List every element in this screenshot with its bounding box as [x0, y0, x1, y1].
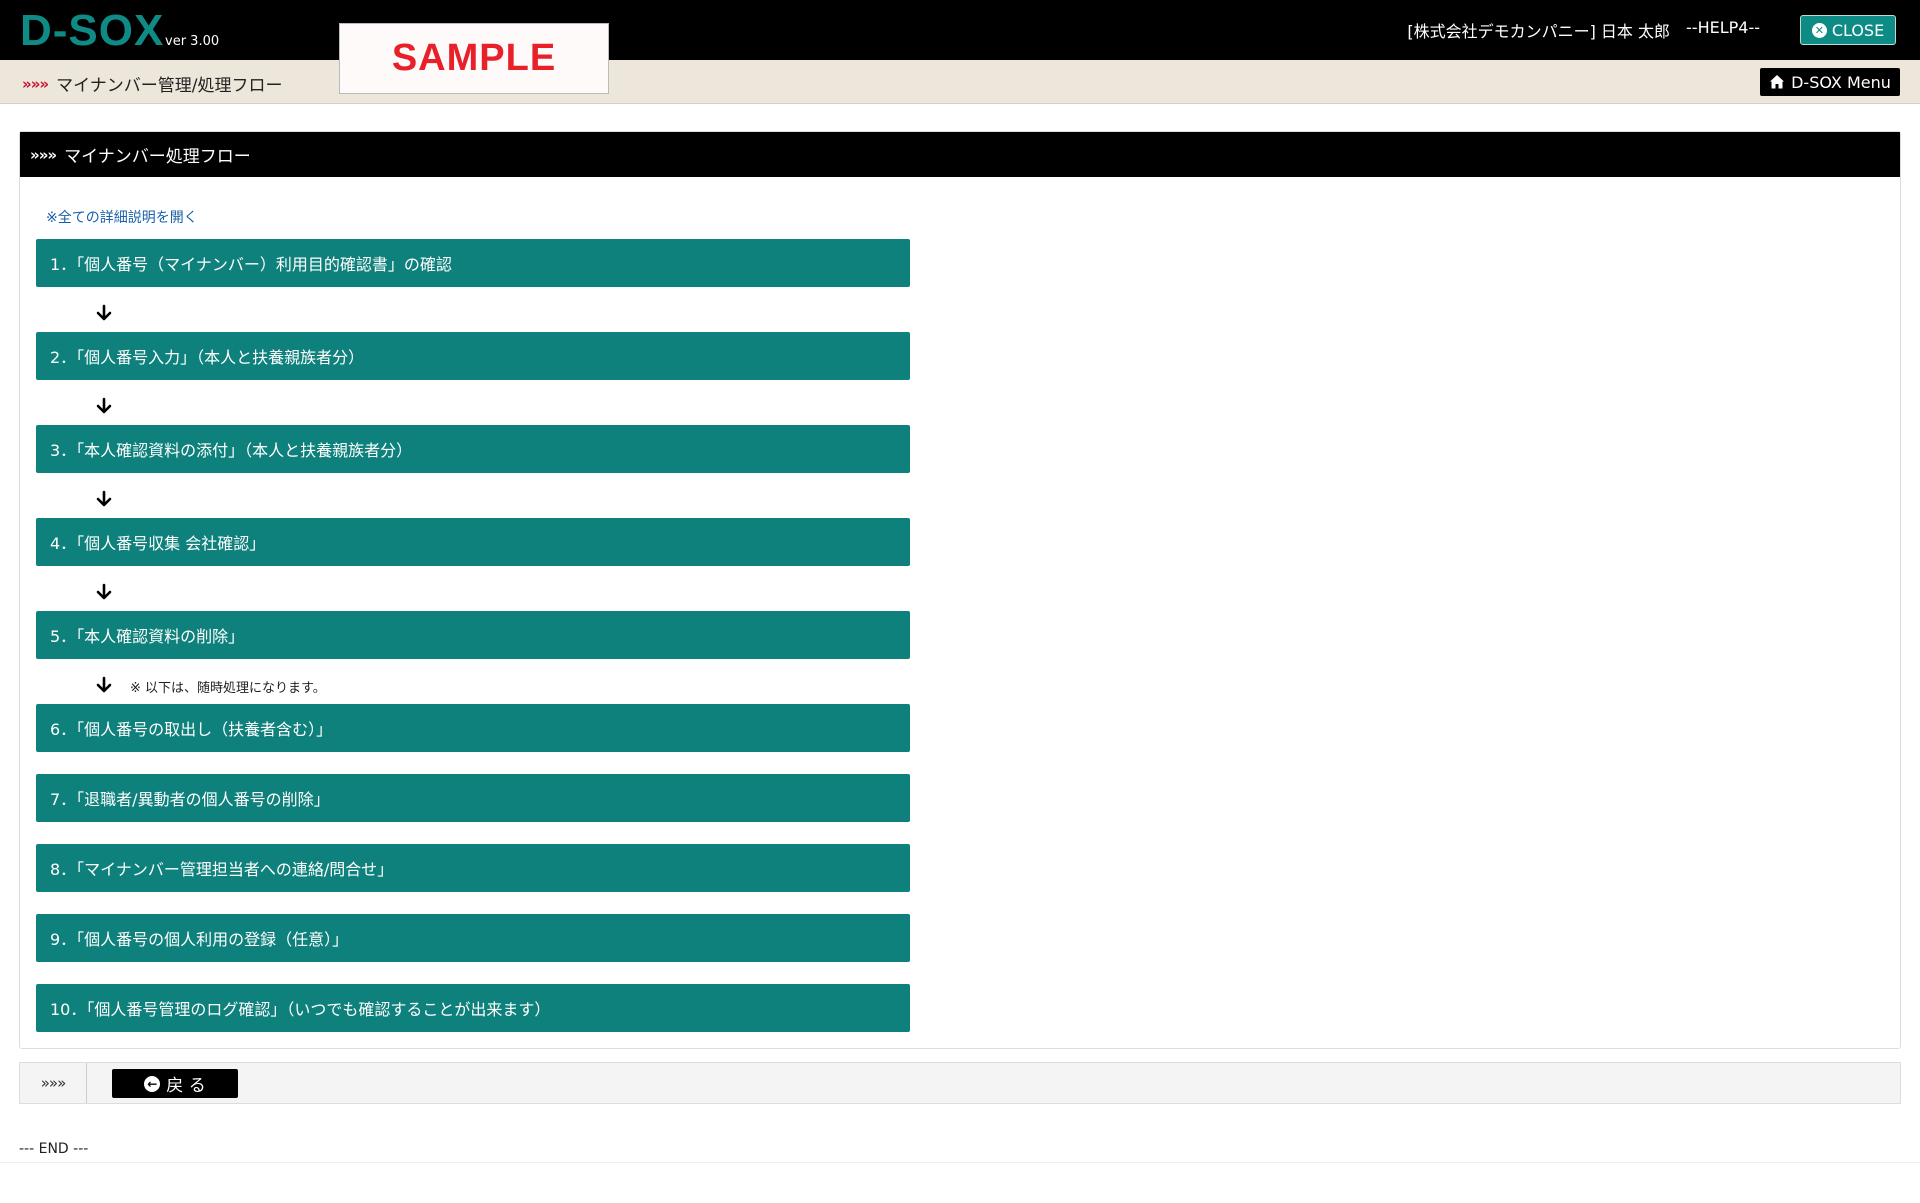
divider	[0, 1162, 1920, 1163]
close-label: CLOSE	[1831, 20, 1885, 40]
breadcrumb-bar: »»» マイナンバー管理/処理フロー D-SOX Menu	[0, 60, 1920, 104]
expand-all-link[interactable]: ※全ての詳細説明を開く	[46, 207, 198, 227]
flow-panel: »»» マイナンバー処理フロー ※全ての詳細説明を開く 1．「個人番号（マイナン…	[19, 131, 1901, 1049]
flow-step-6[interactable]: 6．「個人番号の取出し（扶養者含む）」	[36, 704, 910, 752]
sample-watermark: SAMPLE	[339, 23, 609, 94]
user-info: [株式会社デモカンパニー] 日本 太郎	[1407, 22, 1670, 41]
home-icon	[1770, 75, 1785, 89]
breadcrumb-text: マイナンバー管理/処理フロー	[56, 76, 283, 96]
footer-bar: »»» ← 戻 る	[19, 1062, 1901, 1104]
dsox-menu-button[interactable]: D-SOX Menu	[1760, 68, 1900, 96]
chevron-icon: »»»	[22, 74, 49, 93]
flow-step-1[interactable]: 1．「個人番号（マイナンバー）利用目的確認書」の確認	[36, 239, 910, 287]
flow-step-7[interactable]: 7．「退職者/異動者の個人番号の削除」	[36, 774, 910, 822]
menu-label: D-SOX Menu	[1791, 72, 1891, 92]
arrow-down-icon	[96, 304, 112, 321]
app-logo: D-SOX	[20, 6, 165, 55]
back-label: 戻 る	[166, 1076, 206, 1096]
ad-hoc-note: ※ 以下は、随時処理になります。	[130, 681, 326, 696]
chevron-icon: »»»	[20, 1063, 87, 1103]
flow-step-9[interactable]: 9．「個人番号の個人利用の登録（任意）」	[36, 914, 910, 962]
flow-step-10[interactable]: 10．「個人番号管理のログ確認」（いつでも確認することが出来ます）	[36, 984, 910, 1032]
arrow-down-icon	[96, 676, 112, 693]
breadcrumb: »»» マイナンバー管理/処理フロー	[22, 71, 283, 97]
close-icon: ✕	[1811, 22, 1827, 38]
close-button[interactable]: ✕ CLOSE	[1800, 15, 1896, 45]
app-version: ver 3.00	[165, 34, 220, 49]
arrow-down-icon	[96, 397, 112, 414]
arrow-left-circle-icon: ←	[144, 1075, 161, 1092]
flow-step-5[interactable]: 5．「本人確認資料の削除」	[36, 611, 910, 659]
chevron-icon: »»»	[30, 145, 57, 164]
top-bar: D-SOX ver 3.00 [株式会社デモカンパニー] 日本 太郎 --HEL…	[0, 0, 1920, 60]
flow-step-3[interactable]: 3．「本人確認資料の添付」（本人と扶養親族者分）	[36, 425, 910, 473]
flow-step-2[interactable]: 2．「個人番号入力」（本人と扶養親族者分）	[36, 332, 910, 380]
flow-step-4[interactable]: 4．「個人番号収集 会社確認」	[36, 518, 910, 566]
flow-step-8[interactable]: 8．「マイナンバー管理担当者への連絡/問合せ」	[36, 844, 910, 892]
arrow-down-icon	[96, 490, 112, 507]
panel-header: »»» マイナンバー処理フロー	[20, 132, 1900, 177]
panel-title: マイナンバー処理フロー	[64, 147, 251, 167]
back-button[interactable]: ← 戻 る	[112, 1069, 238, 1098]
end-marker: --- END ---	[19, 1141, 89, 1157]
arrow-down-icon	[96, 583, 112, 600]
help-link[interactable]: --HELP4--	[1686, 18, 1760, 37]
